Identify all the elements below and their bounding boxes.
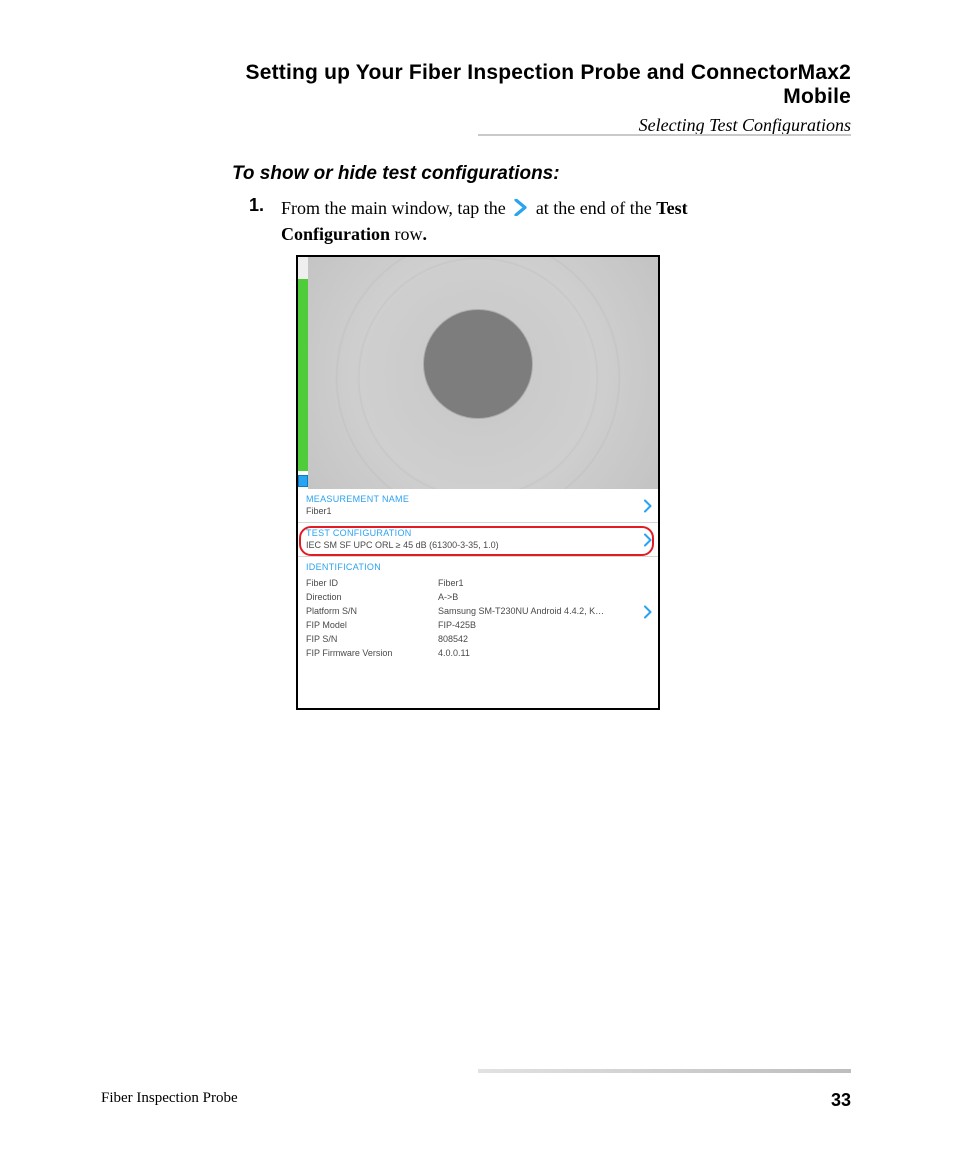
row-measurement-name[interactable]: MEASUREMENT NAME Fiber1 xyxy=(298,489,658,523)
step-number: 1. xyxy=(249,195,277,216)
row-identification[interactable]: IDENTIFICATION Fiber IDFiber1 DirectionA… xyxy=(298,557,658,666)
procedure-heading: To show or hide test configurations: xyxy=(232,163,560,185)
fiber-live-view xyxy=(298,257,658,489)
page-root: Setting up Your Fiber Inspection Probe a… xyxy=(0,0,954,1159)
page-footer: Fiber Inspection Probe 33 xyxy=(101,1090,851,1111)
row-value: Fiber1 xyxy=(306,506,636,516)
zoom-slider-fill xyxy=(298,279,308,489)
zoom-slider-base xyxy=(298,471,308,489)
header-divider xyxy=(478,134,851,136)
id-key: FIP S/N xyxy=(306,632,438,646)
table-row: DirectionA->B xyxy=(306,590,604,604)
table-row: Fiber IDFiber1 xyxy=(306,576,604,590)
id-value: 4.0.0.11 xyxy=(438,646,604,660)
id-value: A->B xyxy=(438,590,604,604)
table-row: Platform S/NSamsung SM-T230NU Android 4.… xyxy=(306,604,604,618)
row-test-configuration[interactable]: TEST CONFIGURATION IEC SM SF UPC ORL ≥ 4… xyxy=(298,523,658,557)
chevron-right-icon xyxy=(643,533,652,546)
table-row: FIP ModelFIP-425B xyxy=(306,618,604,632)
chevron-right-icon xyxy=(643,499,652,512)
step-text-mid: at the end of the xyxy=(536,198,656,218)
zoom-slider-track[interactable] xyxy=(298,257,308,489)
footer-divider xyxy=(478,1069,851,1073)
fiber-endface-icon xyxy=(424,310,532,418)
row-value: IEC SM SF UPC ORL ≥ 45 dB (61300-3-35, 1… xyxy=(306,540,636,550)
id-value: 808542 xyxy=(438,632,604,646)
chevron-right-icon xyxy=(513,199,528,216)
page-header: Setting up Your Fiber Inspection Probe a… xyxy=(204,61,851,136)
chapter-title: Setting up Your Fiber Inspection Probe a… xyxy=(204,61,851,109)
table-row: FIP Firmware Version4.0.0.11 xyxy=(306,646,604,660)
id-value: Fiber1 xyxy=(438,576,604,590)
id-value: FIP-425B xyxy=(438,618,604,632)
step-text-pre: From the main window, tap the xyxy=(281,198,510,218)
row-title: TEST CONFIGURATION xyxy=(306,528,636,538)
step-1: 1. From the main window, tap the at the … xyxy=(249,195,814,247)
id-key: FIP Model xyxy=(306,618,438,632)
row-title: IDENTIFICATION xyxy=(306,562,636,572)
footer-page-number: 33 xyxy=(831,1090,851,1111)
app-screenshot: MEASUREMENT NAME Fiber1 TEST CONFIGURATI… xyxy=(296,255,660,710)
identification-table: Fiber IDFiber1 DirectionA->B Platform S/… xyxy=(306,576,604,660)
id-value: Samsung SM-T230NU Android 4.4.2, K… xyxy=(438,604,604,618)
step-text: From the main window, tap the at the end… xyxy=(281,195,801,247)
footer-doc-title: Fiber Inspection Probe xyxy=(101,1090,238,1107)
table-row: FIP S/N808542 xyxy=(306,632,604,646)
step-text-bold-2: . xyxy=(423,224,428,244)
details-panel: MEASUREMENT NAME Fiber1 TEST CONFIGURATI… xyxy=(298,489,658,666)
row-title: MEASUREMENT NAME xyxy=(306,494,636,504)
id-key: Fiber ID xyxy=(306,576,438,590)
zoom-slider-handle[interactable] xyxy=(298,475,308,487)
id-key: Platform S/N xyxy=(306,604,438,618)
id-key: Direction xyxy=(306,590,438,604)
chevron-right-icon xyxy=(643,605,652,618)
step-text-post: row xyxy=(395,224,423,244)
section-title: Selecting Test Configurations xyxy=(204,115,851,136)
id-key: FIP Firmware Version xyxy=(306,646,438,660)
